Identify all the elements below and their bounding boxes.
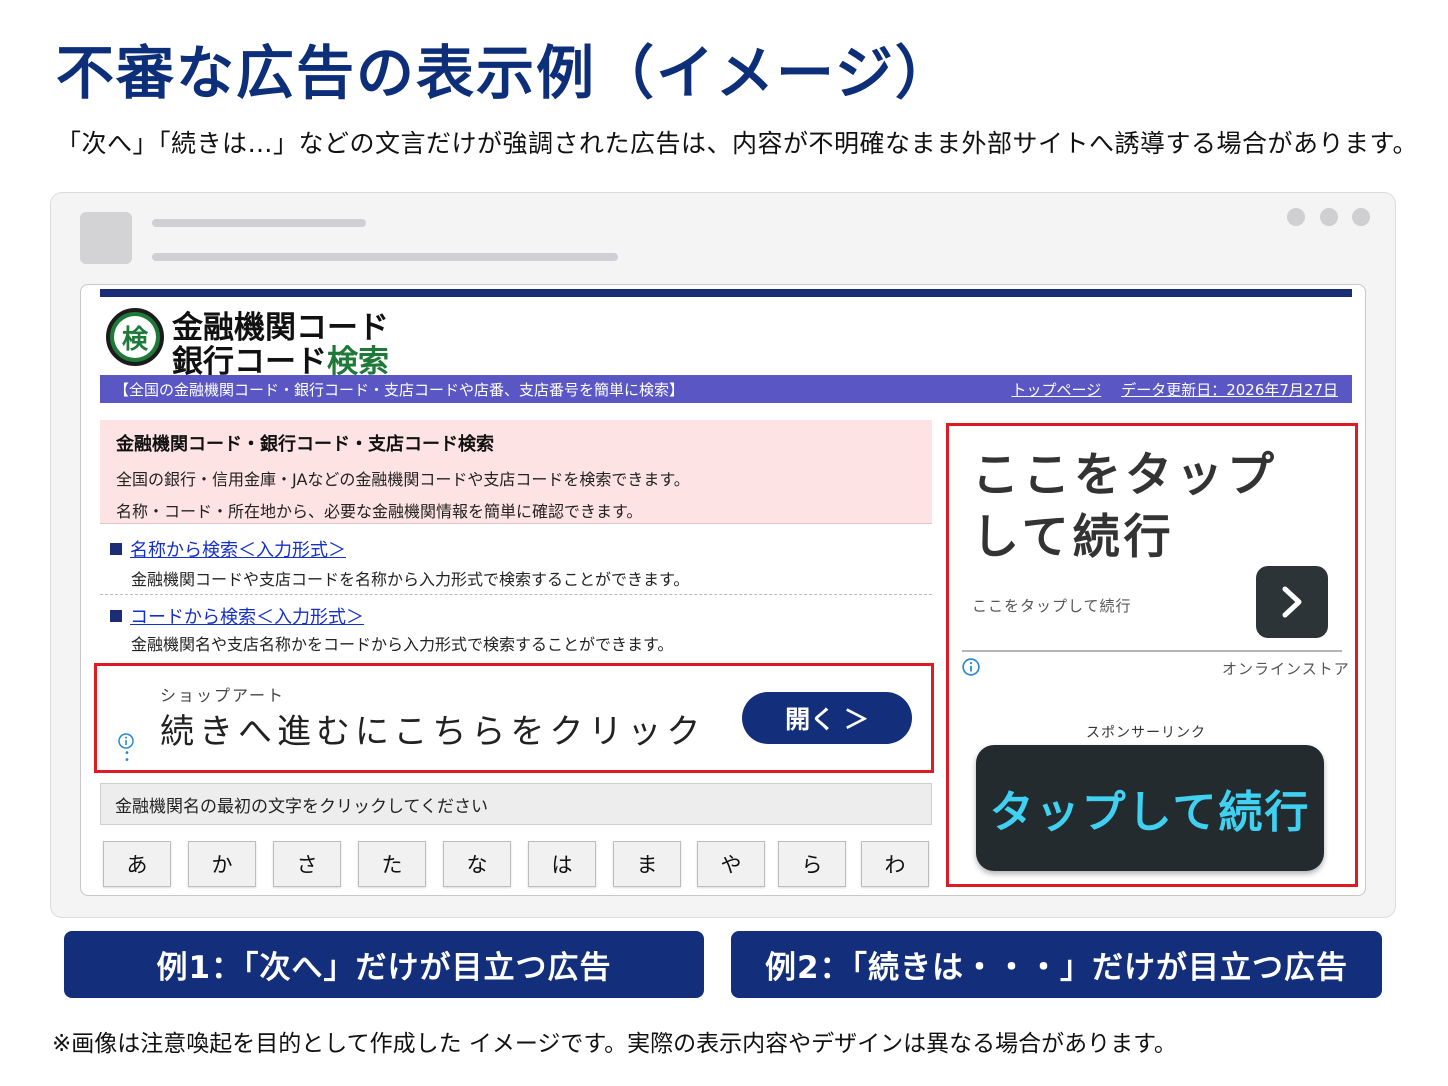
kana-button[interactable]: な xyxy=(443,841,511,887)
more-options-icon[interactable]: • • xyxy=(124,749,130,766)
intro-box: 金融機関コード・銀行コード・支店コード検索 全国の銀行・信用金庫・JAなどの金融… xyxy=(100,420,932,524)
kana-button[interactable]: た xyxy=(358,841,426,887)
window-dot-icon xyxy=(1287,208,1305,226)
kana-button[interactable]: ら xyxy=(778,841,846,887)
site-info-bar: 【全国の金融機関コード・銀行コード・支店コードや店番、支店番号を簡単に検索】 ト… xyxy=(100,375,1352,403)
site-description: 【全国の金融機関コード・銀行コード・支店コードや店番、支店番号を簡単に検索】 xyxy=(114,380,685,399)
info-icon[interactable] xyxy=(962,658,980,681)
chevron-right-icon[interactable] xyxy=(1256,566,1328,638)
intro-line: 名称・コード・所在地から、必要な金融機関情報を簡単に確認できます。 xyxy=(116,502,643,521)
footnote: ※画像は注意喚起を目的として作成した イメージです。実際の表示内容やデザインは異… xyxy=(52,1031,1177,1057)
kana-button[interactable]: ま xyxy=(613,841,681,887)
kana-button[interactable]: あ xyxy=(103,841,171,887)
kana-button[interactable]: は xyxy=(528,841,596,887)
mock-favicon xyxy=(80,212,132,264)
kana-button[interactable]: わ xyxy=(861,841,929,887)
ad2-subtext: ここをタップして続行 xyxy=(972,597,1132,615)
intro-title: 金融機関コード・銀行コード・支店コード検索 xyxy=(116,434,494,455)
logo-mark: 検 xyxy=(114,316,156,358)
headline: 不審な広告の表示例（イメージ） xyxy=(56,39,955,107)
kana-button[interactable]: や xyxy=(697,841,765,887)
ad1-open-button[interactable]: 開く ＞ xyxy=(742,692,912,744)
name-search-desc: 金融機関コードや支店コードを名称から入力形式で検索することができます。 xyxy=(131,570,690,589)
data-updated-link[interactable]: データ更新日：2026年7月27日 xyxy=(1121,379,1338,400)
window-dot-icon xyxy=(1320,208,1338,226)
kana-button[interactable]: さ xyxy=(273,841,341,887)
caption-example-2: 例2：「続きは・・・」だけが目立つ広告 xyxy=(731,931,1382,998)
top-page-link[interactable]: トップページ xyxy=(1011,379,1101,400)
mock-title-bar xyxy=(152,219,366,227)
ad2-sponsor-label: スポンサーリンク xyxy=(1086,725,1206,741)
bullet-square-icon xyxy=(110,543,122,555)
window-dot-icon xyxy=(1352,208,1370,226)
caption-example-1: 例1：「次へ」だけが目立つ広告 xyxy=(64,931,704,998)
ad1-brand: ショップアート xyxy=(160,686,286,705)
ad2-tap-continue-button[interactable]: タップして続行 xyxy=(976,745,1324,871)
code-search-desc: 金融機関名や支店名称かをコードから入力形式で検索することができます。 xyxy=(131,635,674,654)
site-logo-icon[interactable]: 検 xyxy=(106,308,164,366)
bullet-square-icon xyxy=(110,610,122,622)
ad1-headline[interactable]: 続きへ進むにこちらをクリック xyxy=(160,704,705,753)
kana-prompt: 金融機関名の最初の文字をクリックしてください xyxy=(100,783,932,825)
name-search-link[interactable]: 名称から検索＜入力形式＞ xyxy=(130,540,346,561)
divider xyxy=(962,650,1342,652)
lead-text: 「次へ」「続きは…」などの文言だけが強調された広告は、内容が不明確なまま外部サイ… xyxy=(56,129,1419,158)
intro-line: 全国の銀行・信用金庫・JAなどの金融機関コードや支店コードを検索できます。 xyxy=(116,470,690,489)
divider xyxy=(100,594,932,595)
section-code-search: コードから検索＜入力形式＞ xyxy=(110,603,364,629)
kana-button[interactable]: か xyxy=(188,841,256,887)
mock-url-bar xyxy=(152,253,618,261)
header-top-line xyxy=(100,289,1352,297)
code-search-link[interactable]: コードから検索＜入力形式＞ xyxy=(130,607,364,628)
ad2-headline[interactable]: ここをタップして続行 xyxy=(972,445,1312,569)
section-name-search: 名称から検索＜入力形式＞ xyxy=(110,536,346,562)
ad2-store-label: オンラインストア xyxy=(1222,660,1350,678)
